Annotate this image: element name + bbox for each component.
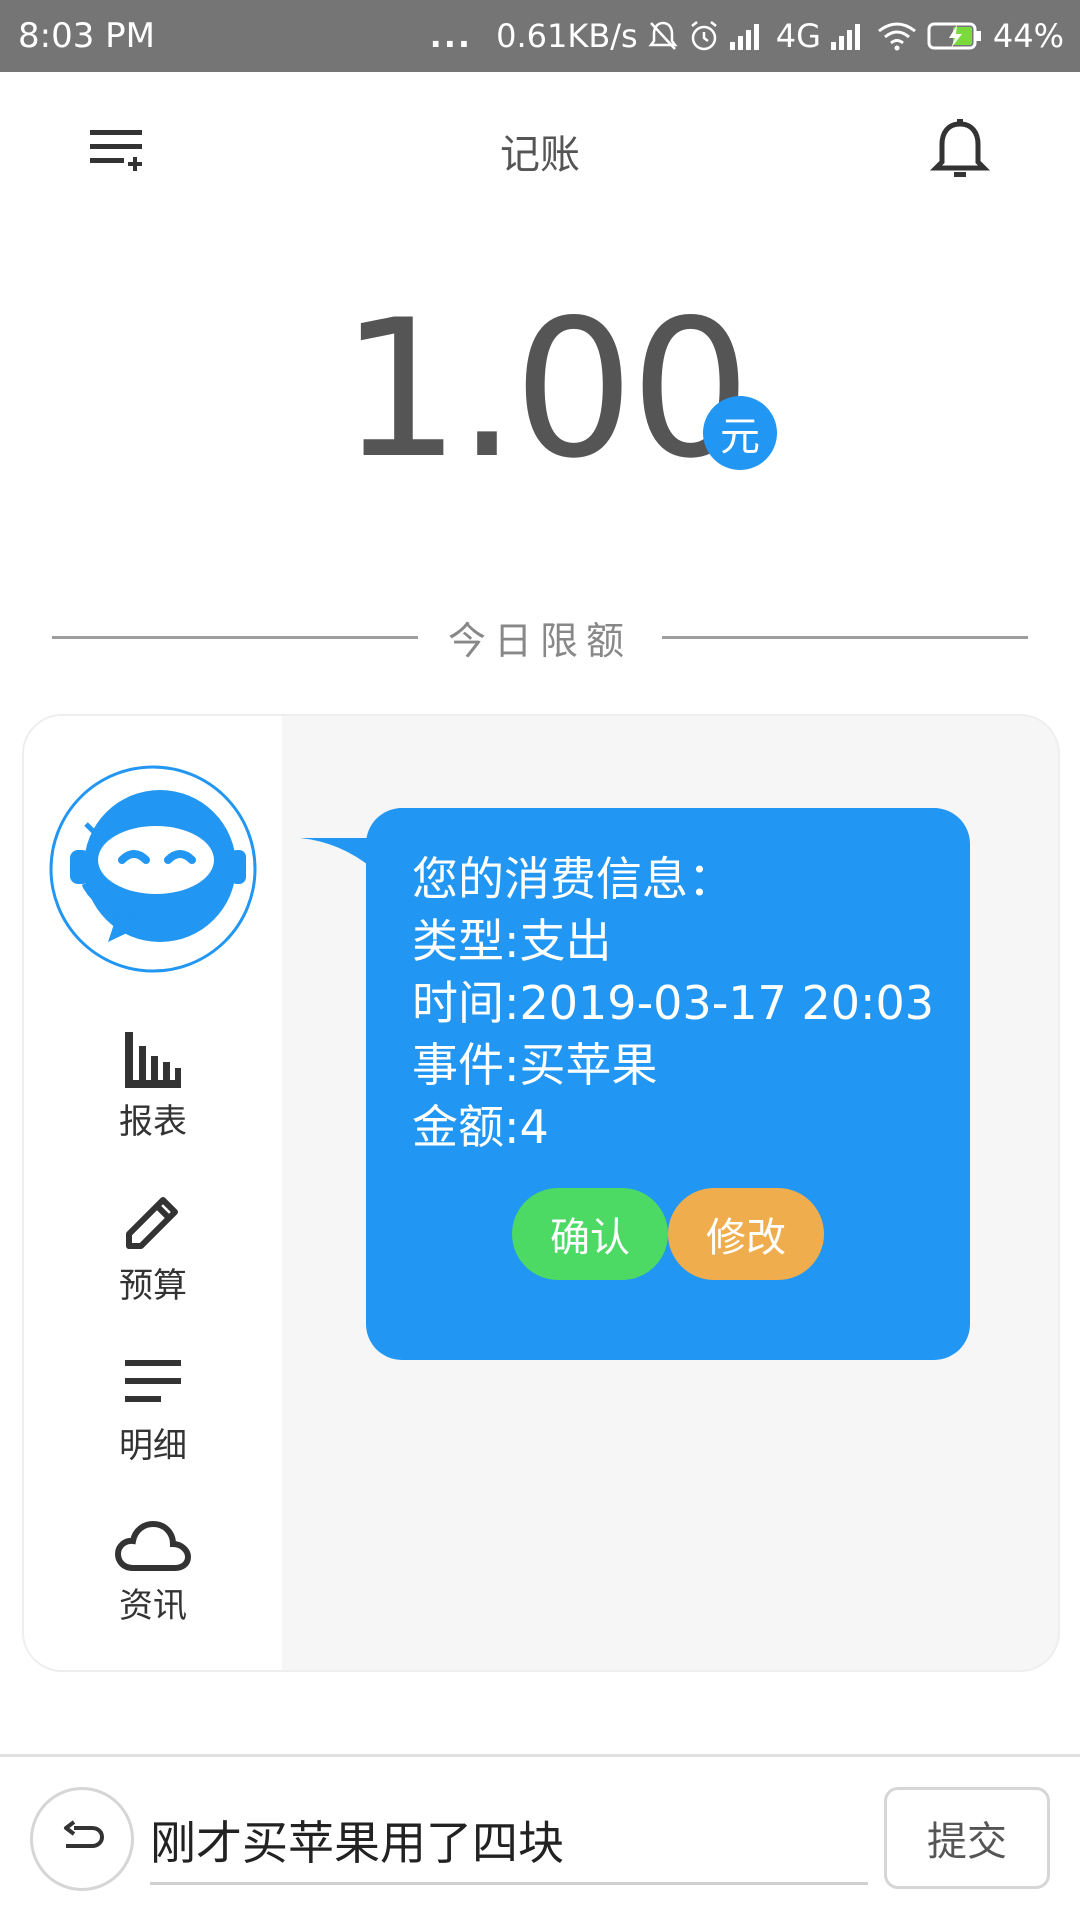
- app-bar: 记账: [0, 72, 1080, 224]
- divider-line: [662, 635, 1029, 639]
- bubble-tail: [300, 838, 372, 872]
- message-line: 时间:2019-03-17 20:03: [412, 976, 935, 1030]
- bar-chart-icon: [24, 1032, 282, 1088]
- bell-icon[interactable]: [928, 118, 992, 184]
- message-line: 事件:买苹果: [412, 1038, 658, 1092]
- message-input[interactable]: [150, 1797, 868, 1885]
- sidebar-item-budget[interactable]: 预算: [24, 1192, 282, 1307]
- modify-button[interactable]: 修改: [668, 1188, 824, 1280]
- input-bar: 提交: [0, 1754, 1080, 1920]
- assistant-avatar: [48, 764, 258, 974]
- status-time: 8:03 PM: [18, 16, 155, 56]
- sidebar-item-label: 预算: [119, 1266, 187, 1306]
- message-actions: 确认 修改: [512, 1188, 824, 1280]
- card-sidebar: 报表 预算 明细 资讯: [24, 716, 282, 1670]
- chat-card: 报表 预算 明细 资讯 您的消费信息： 类型:支出 时间:2019-03-17 …: [22, 714, 1060, 1672]
- divider-line: [52, 635, 418, 639]
- mute-icon: [648, 20, 678, 52]
- list-icon: [24, 1356, 282, 1412]
- battery-charging-icon: [927, 21, 983, 51]
- sidebar-item-news[interactable]: 资讯: [24, 1520, 282, 1627]
- alarm-icon: [688, 20, 720, 52]
- currency-badge: 元: [703, 396, 777, 470]
- page-title: 记账: [500, 132, 580, 178]
- sidebar-item-report[interactable]: 报表: [24, 1032, 282, 1143]
- message-bubble: 您的消费信息： 类型:支出 时间:2019-03-17 20:03 事件:买苹果…: [366, 808, 970, 1360]
- amount-value: 1.00: [340, 279, 751, 500]
- network-type: 4G: [775, 17, 821, 55]
- message-line: 金额:4: [412, 1100, 549, 1154]
- signal-icon: [729, 22, 766, 50]
- pencil-icon: [24, 1192, 282, 1252]
- signal-icon: [830, 22, 867, 50]
- undo-button[interactable]: [30, 1787, 134, 1891]
- status-icons: ... 0.61KB/s 4G 44%: [430, 17, 1064, 55]
- wifi-icon: [877, 21, 917, 51]
- cloud-icon: [24, 1520, 282, 1572]
- status-bar: 8:03 PM ... 0.61KB/s 4G 44%: [0, 0, 1080, 72]
- daily-limit-label: 今日限额: [448, 618, 633, 663]
- confirm-button[interactable]: 确认: [512, 1188, 668, 1280]
- message-line: 您的消费信息：: [412, 852, 734, 906]
- sidebar-item-label: 明细: [119, 1426, 187, 1466]
- battery-level: 44%: [992, 17, 1064, 55]
- message-line: 类型:支出: [412, 914, 612, 968]
- sidebar-item-label: 资讯: [119, 1586, 187, 1626]
- submit-button[interactable]: 提交: [884, 1787, 1050, 1889]
- sidebar-item-details[interactable]: 明细: [24, 1356, 282, 1467]
- more-dots: ...: [429, 17, 473, 55]
- net-speed: 0.61KB/s: [496, 17, 638, 55]
- undo-icon: [60, 1820, 105, 1858]
- daily-limit-divider: 今日限额: [52, 612, 1029, 663]
- sidebar-item-label: 报表: [119, 1102, 187, 1142]
- amount-display: 1.00 元: [0, 290, 1080, 490]
